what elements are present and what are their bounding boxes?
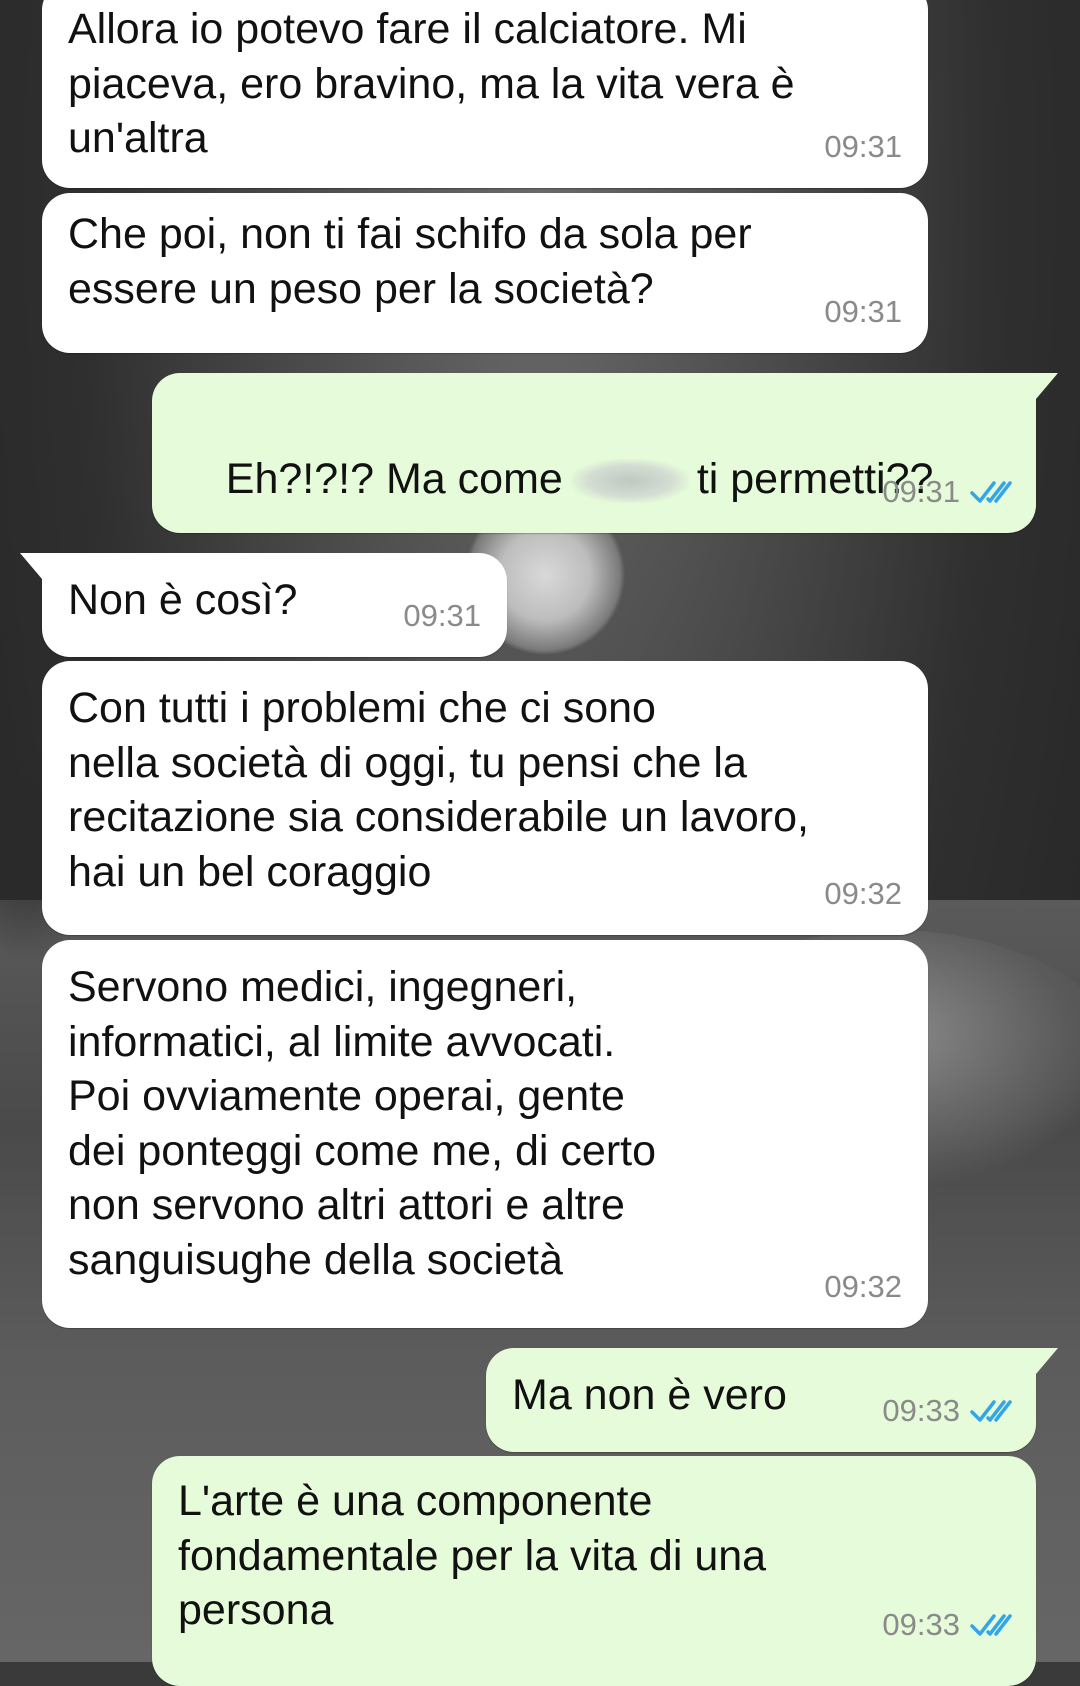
message-time: 09:31 <box>824 293 902 329</box>
message-bubble-incoming[interactable]: Che poi, non ti fai schifo da sola per e… <box>42 193 928 353</box>
message-bubble-incoming[interactable]: Allora io potevo fare il calciatore. Mi … <box>42 0 928 188</box>
message-text: Allora io potevo fare il calciatore. Mi … <box>68 5 795 162</box>
redacted-blur <box>570 459 689 504</box>
message-time: 09:31 <box>403 597 481 633</box>
message-bubble-outgoing[interactable]: L'arte è una componente fondamentale per… <box>152 1456 1036 1686</box>
message-bubble-incoming[interactable]: Con tutti i problemi che ci sono nella s… <box>42 661 928 935</box>
message-text: Servono medici, ingegneri, informatici, … <box>68 963 656 1284</box>
message-bubble-outgoing[interactable]: Ma non è vero 09:33 <box>486 1348 1058 1452</box>
message-time: 09:31 <box>824 128 902 164</box>
double-check-icon <box>970 481 1012 503</box>
double-check-icon <box>970 1614 1012 1636</box>
message-bubble-incoming[interactable]: Non è così? 09:31 <box>20 553 507 657</box>
message-time: 09:31 <box>882 473 960 509</box>
message-text: Con tutti i problemi che ci sono nella s… <box>68 684 809 896</box>
message-time: 09:32 <box>824 875 902 911</box>
message-bubble-outgoing[interactable]: Eh?!?!? Ma come ti permetti?? 09:31 <box>152 373 1058 533</box>
message-time: 09:32 <box>824 1268 902 1304</box>
message-time: 09:33 <box>882 1606 960 1642</box>
double-check-icon <box>970 1400 1012 1422</box>
message-time: 09:33 <box>882 1392 960 1428</box>
message-text: Che poi, non ti fai schifo da sola per e… <box>68 210 752 313</box>
message-bubble-incoming[interactable]: Servono medici, ingegneri, informatici, … <box>42 940 928 1328</box>
message-text-before: Eh?!?!? Ma come <box>225 454 563 503</box>
